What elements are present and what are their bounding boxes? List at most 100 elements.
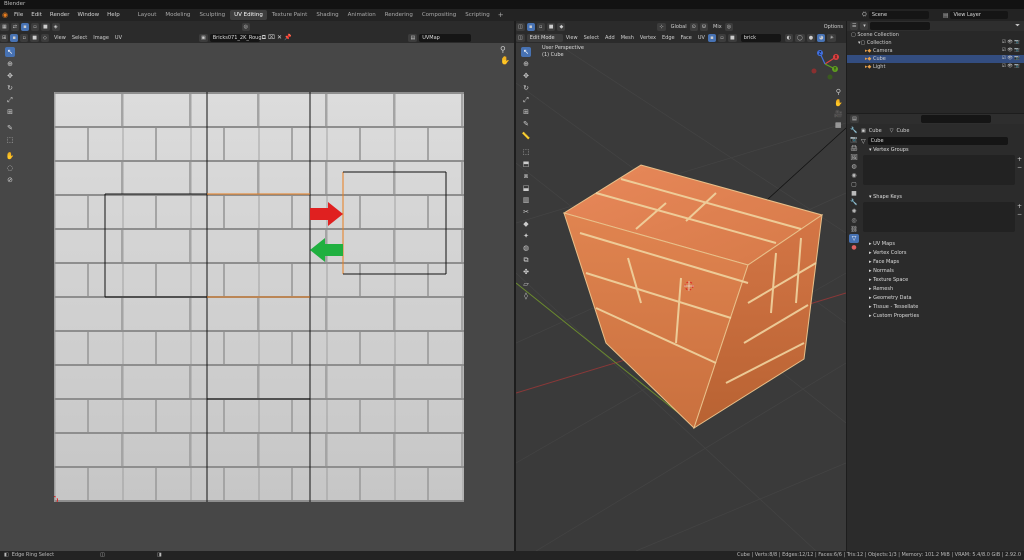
rip-tool-icon[interactable]: ⊘ [5,175,15,185]
viewport-menu-vertex[interactable]: Vertex [637,35,659,41]
vp-transform-tool-icon[interactable]: ⊞ [521,107,531,117]
outliner-item-collection[interactable]: ▾▢ Collection ☑ 👁 📷 [847,39,1024,47]
view-layer-field[interactable]: View Layer [950,11,1009,19]
orientation-icon[interactable]: ⊹ [657,22,666,31]
vp-shear-tool-icon[interactable]: ▱ [521,279,531,289]
uvmap-field[interactable]: UVMap [419,33,472,42]
viewport-editor-icon[interactable]: ◫ [516,33,525,42]
gizmo-neg-y-icon[interactable] [827,74,833,80]
outliner-item-scene-collection[interactable]: ▢ Scene Collection [847,31,1024,39]
vertex-select-icon[interactable]: ▪ [20,22,29,31]
vp-pan-icon[interactable]: ✋ [834,98,843,109]
outliner-display-icon[interactable]: ▾ [860,22,869,30]
viewport-menu-mesh[interactable]: Mesh [618,35,637,41]
workspace-tab-sculpting[interactable]: Sculpting [195,10,229,20]
panel-custom-properties[interactable]: ▸ Custom Properties [861,312,1023,321]
data-tab-icon[interactable]: ▽ [849,234,859,243]
panel-geometry-data[interactable]: ▸ Geometry Data [861,294,1023,303]
uv-edge-mode-icon[interactable]: ▫ [20,33,29,42]
vp-extrude-tool-icon[interactable]: ⬒ [521,159,531,169]
shape-keys-header[interactable]: ▾ Shape Keys [861,193,1023,202]
pinch-tool-icon[interactable]: ◌ [5,163,15,173]
world-tab-icon[interactable]: ◉ [849,171,859,180]
vp-edge-mode-icon[interactable]: ▫ [717,33,726,42]
pin-icon[interactable]: 📌 [284,34,291,41]
scene-field[interactable]: Scene [868,11,929,19]
orientation-field[interactable]: Global [668,24,690,30]
zoom-icon[interactable]: ⚲ [500,45,510,54]
panel-vertex-colors[interactable]: ▸ Vertex Colors [861,249,1023,258]
cursor-tool-icon[interactable]: ⊕ [5,59,15,69]
material-tab-icon[interactable]: ● [849,243,859,252]
uv-vert-mode-icon[interactable]: ▪ [10,33,19,42]
xray-icon[interactable]: ◐ [784,33,794,42]
shape-keys-list[interactable]: + − [863,202,1022,232]
workspace-tab-rendering[interactable]: Rendering [381,10,417,20]
vp-inset-tool-icon[interactable]: ⧈ [521,171,531,181]
vp-vert-mode-icon[interactable]: ▪ [707,33,716,42]
scale-tool-icon[interactable]: ⤢ [5,95,15,105]
vertex-group-remove-icon[interactable]: − [1017,164,1022,171]
vp-smooth-tool-icon[interactable]: ◍ [521,243,531,253]
relax-tool-icon[interactable]: ✋ [5,151,15,161]
vp-annotate-tool-icon[interactable]: ✎ [521,119,531,129]
vp-shrink-tool-icon[interactable]: ✤ [521,267,531,277]
menu-edit[interactable]: Edit [27,9,46,21]
vp-face-mode-icon[interactable]: ■ [727,33,737,42]
vp-loopcut-tool-icon[interactable]: ▥ [521,195,531,205]
workspace-tab-scripting[interactable]: Scripting [461,10,493,20]
viewport-type-icon[interactable]: ◫ [516,22,525,31]
uv-island-mode-icon[interactable]: ◇ [40,33,49,42]
uv-face-mode-icon[interactable]: ■ [30,33,39,42]
3d-viewport[interactable]: User Perspective (1) Cube ↖ ⊕ ✥ ↻ ⤢ ⊞ ✎ … [516,43,846,551]
workspace-tab-modeling[interactable]: Modeling [161,10,194,20]
wireframe-shading-icon[interactable]: ◯ [795,33,805,42]
viewport-menu-add[interactable]: Add [602,35,618,41]
render-tab-icon[interactable]: 📷 [849,135,859,144]
uv-menu-select[interactable]: Select [69,35,90,41]
uvmap-icon[interactable]: ▤ [408,33,418,42]
output-tab-icon[interactable]: 🖨 [849,144,859,153]
annotate-tool-icon[interactable]: ✎ [5,123,15,133]
outliner-filter-icon[interactable]: ⏷ [1015,22,1020,30]
viewport-menu-uv[interactable]: UV [695,35,708,41]
vp-bevel-tool-icon[interactable]: ⬓ [521,183,531,193]
sticky-select-icon[interactable]: ◈ [51,22,60,31]
pivot-icon[interactable]: ⊙ [689,22,698,31]
face-select-icon[interactable]: ■ [40,22,50,31]
vp-select-tool-icon[interactable]: ↖ [521,47,531,57]
panel-tissue-tessellate[interactable]: ▸ Tissue - Tessellate [861,303,1023,312]
vp-measure-tool-icon[interactable]: 📏 [521,131,531,141]
move-tool-icon[interactable]: ✥ [5,71,15,81]
panel-normals[interactable]: ▸ Normals [861,267,1023,276]
modifier-tab-icon[interactable]: 🔧 [849,198,859,207]
vp-edge-slide-tool-icon[interactable]: ⧉ [521,255,531,265]
workspace-tab-texture-paint[interactable]: Texture Paint [268,10,312,20]
edge-select-icon[interactable]: ▫ [30,22,39,31]
workspace-tab-compositing[interactable]: Compositing [418,10,460,20]
blender-logo-icon[interactable]: ◉ [0,11,10,19]
select-tool-icon[interactable]: ↖ [5,47,15,57]
vertex-groups-list[interactable]: + − [863,155,1022,185]
vertex-groups-header[interactable]: ▾ Vertex Groups [861,146,1023,155]
pan-hand-icon[interactable]: ✋ [500,56,510,65]
panel-texture-space[interactable]: ▸ Texture Space [861,276,1023,285]
uv-menu-uv[interactable]: UV [112,35,125,41]
outliner-item-light[interactable]: ▸◆ Light ☑ 👁 📷 [847,63,1024,71]
object-tab-icon[interactable]: ■ [849,189,859,198]
image-new-icon[interactable]: ⧉ [262,34,266,42]
visibility-eye-icon[interactable]: ☑ 👁 📷 [1002,63,1020,71]
proportional-icon[interactable]: ◎ [241,22,251,31]
vp-cursor-tool-icon[interactable]: ⊕ [521,59,531,69]
snap-icon[interactable]: ⛁ [699,22,709,31]
uv-editor-type-icon[interactable]: ⊞ [0,33,9,42]
outliner-item-cube[interactable]: ▸◆ Cube ☑ 👁 📷 [847,55,1024,63]
axis-gizmo[interactable]: X Z Y [808,47,842,81]
mesh-name-field[interactable]: Cube [867,137,1008,145]
panel-face-maps[interactable]: ▸ Face Maps [861,258,1023,267]
uv-texture-image[interactable] [54,92,464,502]
viewport-search-input[interactable]: brick [740,33,781,42]
menu-render[interactable]: Render [46,9,74,21]
vp-ortho-icon[interactable]: ▦ [834,120,843,131]
properties-search-input[interactable] [920,115,991,123]
